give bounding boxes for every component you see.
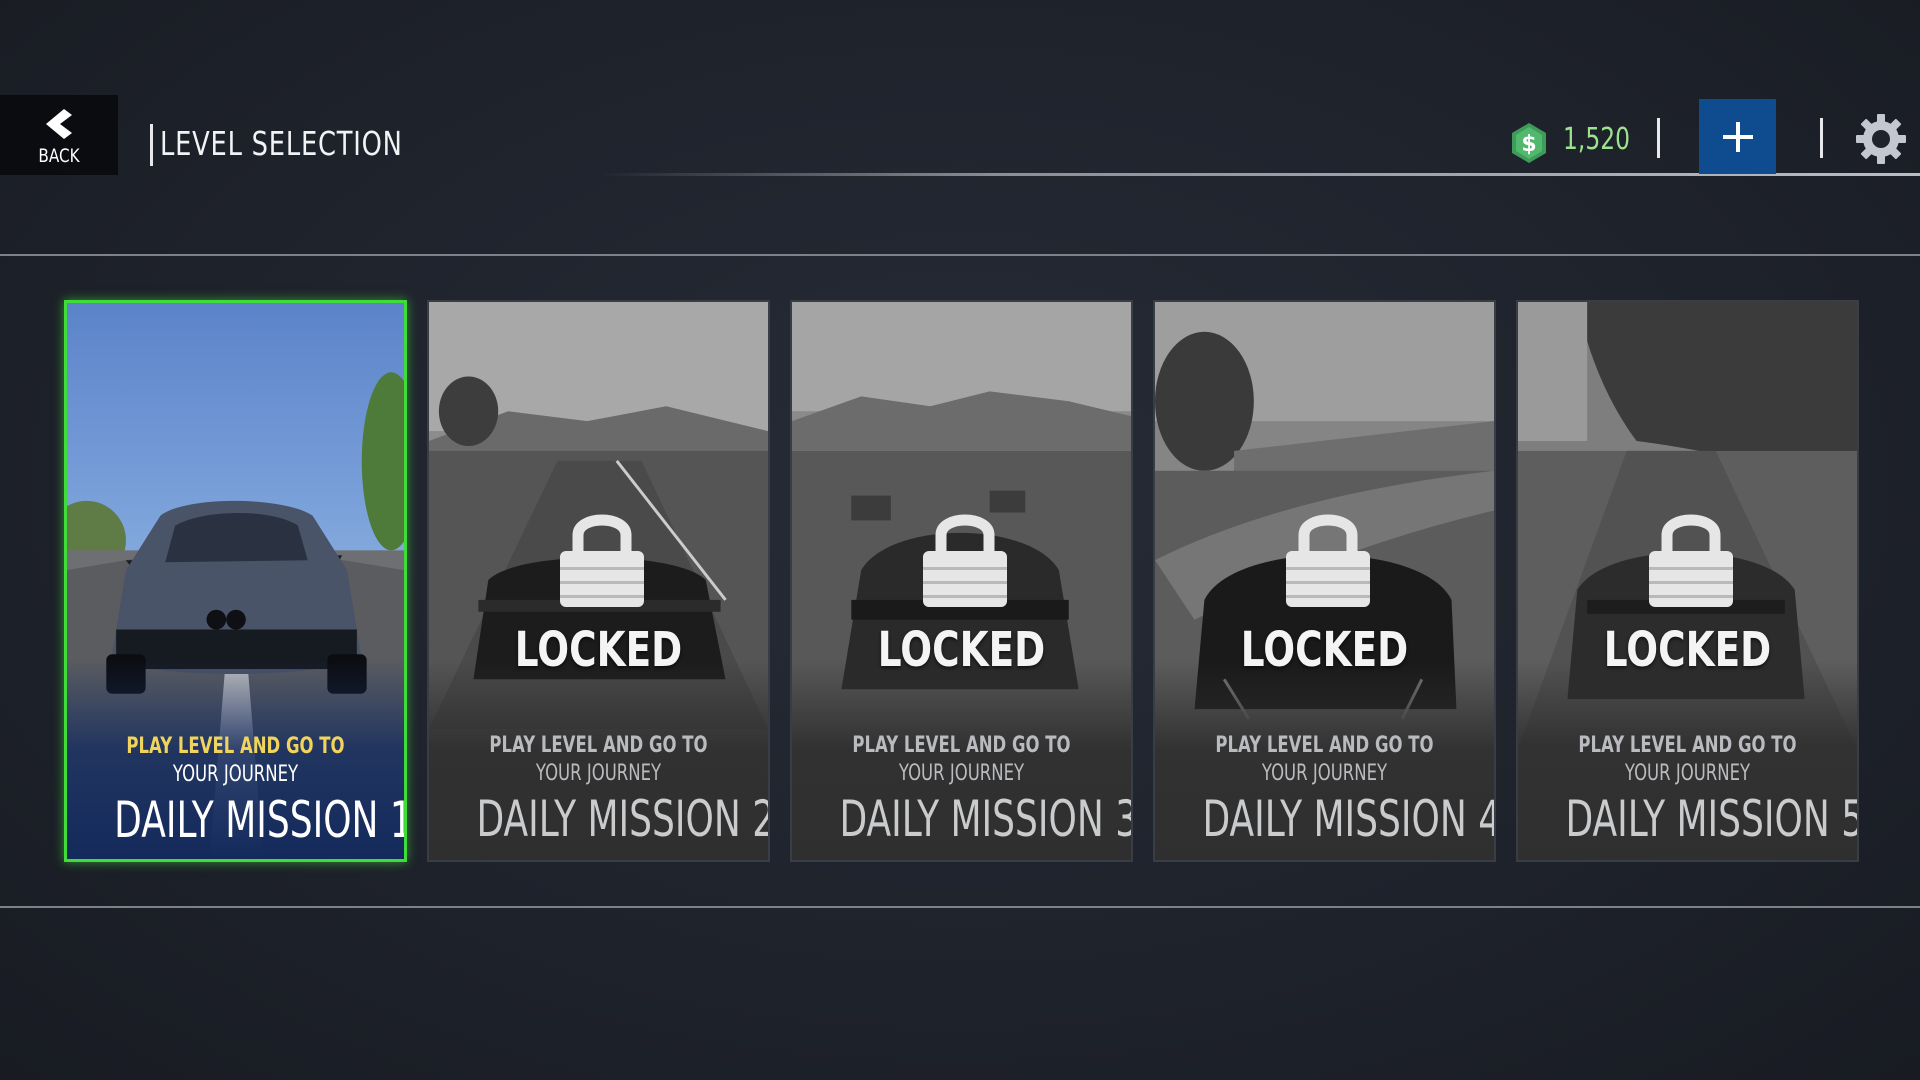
- mission-card-5[interactable]: LOCKED PLAY LEVEL AND GO TO YOUR JOURNEY…: [1516, 300, 1859, 862]
- locked-label: LOCKED: [514, 622, 683, 678]
- mission-card-2[interactable]: LOCKED PLAY LEVEL AND GO TO YOUR JOURNEY…: [427, 300, 770, 862]
- header-divider: [1657, 118, 1660, 158]
- lock-icon: [560, 514, 644, 607]
- lock-icon: [1286, 514, 1370, 607]
- subtitle-line-1: PLAY LEVEL AND GO TO: [126, 734, 345, 759]
- plus-icon-vertical: [1736, 122, 1740, 152]
- mission-title: DAILY MISSION 2: [476, 790, 770, 848]
- mission-title: DAILY MISSION 4: [1202, 790, 1496, 848]
- page-title: LEVEL SELECTION: [160, 124, 403, 163]
- mission-title: DAILY MISSION 5: [1565, 790, 1859, 848]
- locked-label: LOCKED: [1603, 622, 1772, 678]
- mission-subtitle: PLAY LEVEL AND GO TO YOUR JOURNEY: [1560, 732, 1814, 788]
- mission-title: DAILY MISSION 1: [114, 791, 407, 849]
- lock-icon: [923, 514, 1007, 607]
- subtitle-line-1: PLAY LEVEL AND GO TO: [852, 733, 1071, 758]
- back-button[interactable]: BACK: [0, 95, 118, 175]
- header-divider: [1820, 118, 1823, 158]
- currency-balance: 1,520: [1563, 122, 1630, 157]
- subtitle-line-1: PLAY LEVEL AND GO TO: [1578, 733, 1797, 758]
- content-bottom-line: [0, 906, 1920, 908]
- subtitle-line-2: YOUR JOURNEY: [172, 762, 299, 787]
- subtitle-line-1: PLAY LEVEL AND GO TO: [1215, 733, 1434, 758]
- locked-label: LOCKED: [877, 622, 1046, 678]
- locked-label: LOCKED: [1240, 622, 1409, 678]
- cash-icon: $: [1512, 123, 1546, 163]
- title-divider: [150, 124, 153, 166]
- mission-subtitle: PLAY LEVEL AND GO TO YOUR JOURNEY: [109, 733, 362, 789]
- add-currency-button[interactable]: [1699, 99, 1776, 174]
- lock-icon: [1649, 514, 1733, 607]
- mission-subtitle: PLAY LEVEL AND GO TO YOUR JOURNEY: [834, 732, 1088, 788]
- subtitle-line-1: PLAY LEVEL AND GO TO: [489, 733, 708, 758]
- mission-card-1[interactable]: PLAY LEVEL AND GO TO YOUR JOURNEY DAILY …: [64, 300, 407, 862]
- gear-icon[interactable]: [1855, 113, 1907, 165]
- content-top-line: [0, 254, 1920, 256]
- chevron-left-icon: [46, 109, 72, 139]
- currency-symbol: $: [1521, 132, 1536, 157]
- back-label: BACK: [38, 145, 80, 167]
- subtitle-line-2: YOUR JOURNEY: [898, 761, 1025, 786]
- level-selection-screen: BACK LEVEL SELECTION $ 1,520 PLAY LEVEL …: [0, 0, 1920, 1080]
- mission-title: DAILY MISSION 3: [839, 790, 1133, 848]
- subtitle-line-2: YOUR JOURNEY: [535, 761, 662, 786]
- mission-subtitle: PLAY LEVEL AND GO TO YOUR JOURNEY: [1197, 732, 1451, 788]
- mission-subtitle: PLAY LEVEL AND GO TO YOUR JOURNEY: [471, 732, 725, 788]
- mission-card-3[interactable]: LOCKED PLAY LEVEL AND GO TO YOUR JOURNEY…: [790, 300, 1133, 862]
- mission-card-4[interactable]: LOCKED PLAY LEVEL AND GO TO YOUR JOURNEY…: [1153, 300, 1496, 862]
- subtitle-line-2: YOUR JOURNEY: [1624, 761, 1751, 786]
- subtitle-line-2: YOUR JOURNEY: [1261, 761, 1388, 786]
